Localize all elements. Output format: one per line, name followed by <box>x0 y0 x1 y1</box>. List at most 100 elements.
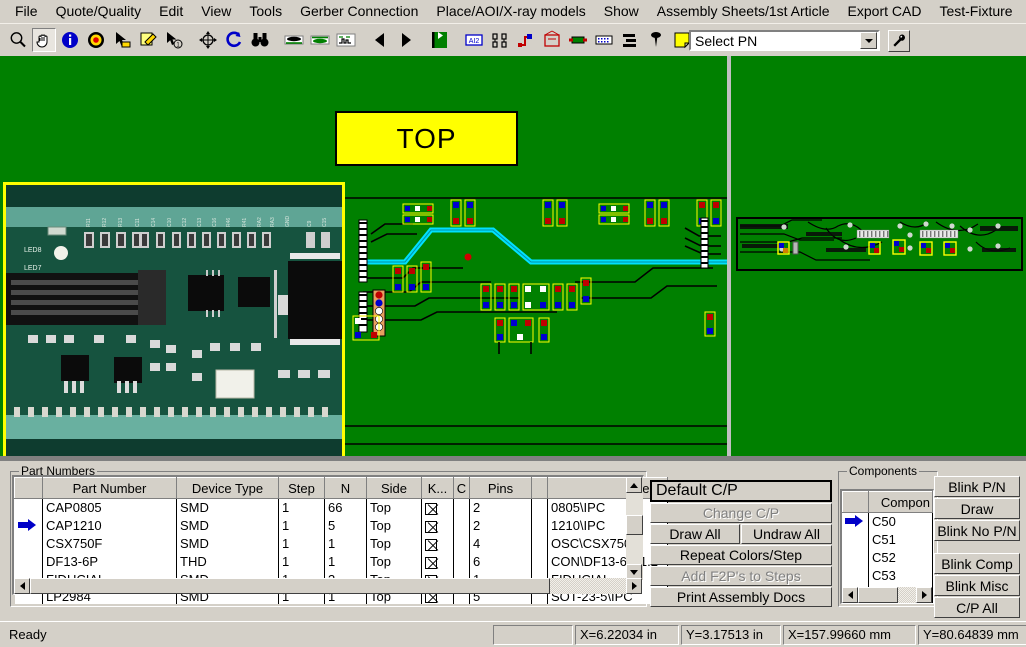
cell-blank[interactable] <box>531 516 548 535</box>
cell-part-number[interactable]: CAP1210 <box>42 516 177 535</box>
pointer-number-icon-button[interactable]: 1 <box>162 28 186 52</box>
cell-side[interactable]: Top <box>366 516 422 535</box>
cell-part-number[interactable]: DF13-6P <box>42 552 177 571</box>
next-icon-button[interactable] <box>394 28 418 52</box>
components-table[interactable]: Compon C50 C51 C52 C53 <box>842 491 933 603</box>
part-numbers-grid[interactable]: Part Number Device Type Step N Side K...… <box>12 475 668 604</box>
menu-edit[interactable]: Edit <box>150 1 192 21</box>
col-part-number[interactable]: Part Number <box>42 477 177 499</box>
cell-pins[interactable]: 6 <box>469 552 532 571</box>
menu-gerber-connection[interactable]: Gerber Connection <box>291 1 427 21</box>
cell-n[interactable]: 1 <box>324 552 367 571</box>
pan-hand-icon-button[interactable] <box>32 28 56 52</box>
print-assembly-docs-button[interactable]: Print Assembly Docs <box>650 587 832 607</box>
change-cp-button[interactable]: Change C/P <box>650 503 832 523</box>
checkbox-checked-icon[interactable] <box>425 520 437 533</box>
pointer-measure-icon-button[interactable] <box>110 28 134 52</box>
panel-icon-button[interactable] <box>488 28 512 52</box>
cp-all-button[interactable]: C/P All <box>934 597 1020 618</box>
cell-pins[interactable]: 2 <box>469 516 532 535</box>
checkbox-checked-icon[interactable] <box>425 556 437 569</box>
list-item[interactable]: C50 <box>842 512 933 531</box>
scroll-track-horizontal[interactable] <box>898 587 916 603</box>
cell-c[interactable] <box>453 516 470 535</box>
col-k[interactable]: K... <box>421 477 454 499</box>
cell-side[interactable]: Top <box>366 534 422 553</box>
target-icon-button[interactable] <box>84 28 108 52</box>
cell-part-number[interactable]: CSX750F <box>42 534 177 553</box>
cell-k-checkbox[interactable] <box>421 534 454 553</box>
cell-k-checkbox[interactable] <box>421 552 454 571</box>
cell-device-type[interactable]: THD <box>176 552 279 571</box>
add-f2p-to-steps-button[interactable]: Add F2P's to Steps <box>650 566 832 586</box>
col-pins[interactable]: Pins <box>469 477 532 499</box>
align-icon-button[interactable] <box>618 28 642 52</box>
comp-col-rowmarker[interactable] <box>842 491 869 513</box>
scroll-up-button[interactable] <box>626 477 642 493</box>
cell-device-type[interactable]: SMD <box>176 498 279 517</box>
scroll-right-button[interactable] <box>626 578 642 594</box>
cell-blank[interactable] <box>531 534 548 553</box>
chevron-down-icon[interactable] <box>860 32 877 49</box>
table-row[interactable]: CSX750F SMD 1 1 Top 4 OSC\CSX750 <box>14 534 668 553</box>
blink-misc-button[interactable]: Blink Misc <box>934 575 1020 596</box>
col-side[interactable]: Side <box>366 477 422 499</box>
wrench-icon-button[interactable] <box>888 30 910 52</box>
row-marker-selected[interactable] <box>14 516 43 535</box>
scroll-track-horizontal[interactable] <box>550 578 626 594</box>
canvas-splitter[interactable] <box>727 56 731 461</box>
undraw-all-button[interactable]: Undraw All <box>741 524 832 544</box>
cell-side[interactable]: Top <box>366 498 422 517</box>
menu-view[interactable]: View <box>192 1 240 21</box>
draw-button[interactable]: Draw <box>934 498 1020 519</box>
components-grid[interactable]: Compon C50 C51 C52 C53 <box>840 489 934 604</box>
row-marker[interactable] <box>14 498 43 517</box>
col-blank[interactable] <box>531 477 548 499</box>
cell-pins[interactable]: 4 <box>469 534 532 553</box>
route-icon-button[interactable] <box>514 28 538 52</box>
cell-c[interactable] <box>453 498 470 517</box>
cell-step[interactable]: 1 <box>278 498 325 517</box>
cad-view-middle[interactable] <box>345 182 728 461</box>
cell-blank[interactable] <box>531 552 548 571</box>
row-marker[interactable] <box>14 534 43 553</box>
comp-row-marker-selected[interactable] <box>842 512 869 531</box>
table-row[interactable]: DF13-6P THD 1 1 Top 6 CON\DF13-6P-1.2 <box>14 552 668 571</box>
table-row[interactable]: CAP0805 SMD 1 66 Top 2 0805\IPC <box>14 498 668 517</box>
cell-k-checkbox[interactable] <box>421 516 454 535</box>
cell-part-number[interactable]: CAP0805 <box>42 498 177 517</box>
col-n[interactable]: N <box>324 477 367 499</box>
move-crosshair-icon-button[interactable] <box>196 28 220 52</box>
list-item[interactable]: C51 <box>842 530 933 549</box>
board-photo-panel[interactable]: R11 R12 R13 C11 C14 C10 C12 C13 C16 R46 … <box>3 182 345 461</box>
cell-n[interactable]: 5 <box>324 516 367 535</box>
menu-quote-quality[interactable]: Quote/Quality <box>47 1 151 21</box>
pin-icon-button[interactable] <box>644 28 668 52</box>
list-item[interactable]: C52 <box>842 548 933 567</box>
cad-view-right[interactable] <box>730 182 1026 461</box>
comp-grid-horizontal-scrollbar[interactable] <box>842 587 932 603</box>
blink-pn-button[interactable]: Blink P/N <box>934 476 1020 497</box>
cell-side[interactable]: Top <box>366 552 422 571</box>
scroll-thumb[interactable] <box>626 515 643 535</box>
array-icon-button[interactable] <box>592 28 616 52</box>
pcb-canvas[interactable]: TOP R11 R12 R13 C11 C14 C10 C12 C13 C16 … <box>0 56 1026 461</box>
info-icon-button[interactable] <box>58 28 82 52</box>
cell-n[interactable]: 66 <box>324 498 367 517</box>
col-device-type[interactable]: Device Type <box>176 477 279 499</box>
prev-icon-button[interactable] <box>368 28 392 52</box>
scroll-thumb-horizontal[interactable] <box>858 587 898 603</box>
comp-cell-value[interactable]: C52 <box>868 548 933 567</box>
table-row[interactable]: CAP1210 SMD 1 5 Top 2 1210\IPC <box>14 516 668 535</box>
menu-export-cad[interactable]: Export CAD <box>839 1 931 21</box>
select-pn-combo[interactable]: Select PN <box>689 30 880 51</box>
scroll-left-button[interactable] <box>14 578 30 594</box>
col-step[interactable]: Step <box>278 477 325 499</box>
default-cp-button[interactable]: Default C/P <box>650 480 832 502</box>
comp-row-marker[interactable] <box>842 566 869 585</box>
menu-help[interactable]: Help <box>1022 1 1026 21</box>
cell-k-checkbox[interactable] <box>421 498 454 517</box>
cell-n[interactable]: 1 <box>324 534 367 553</box>
blink-comp-button[interactable]: Blink Comp <box>934 553 1020 574</box>
scroll-left-button[interactable] <box>842 587 858 603</box>
